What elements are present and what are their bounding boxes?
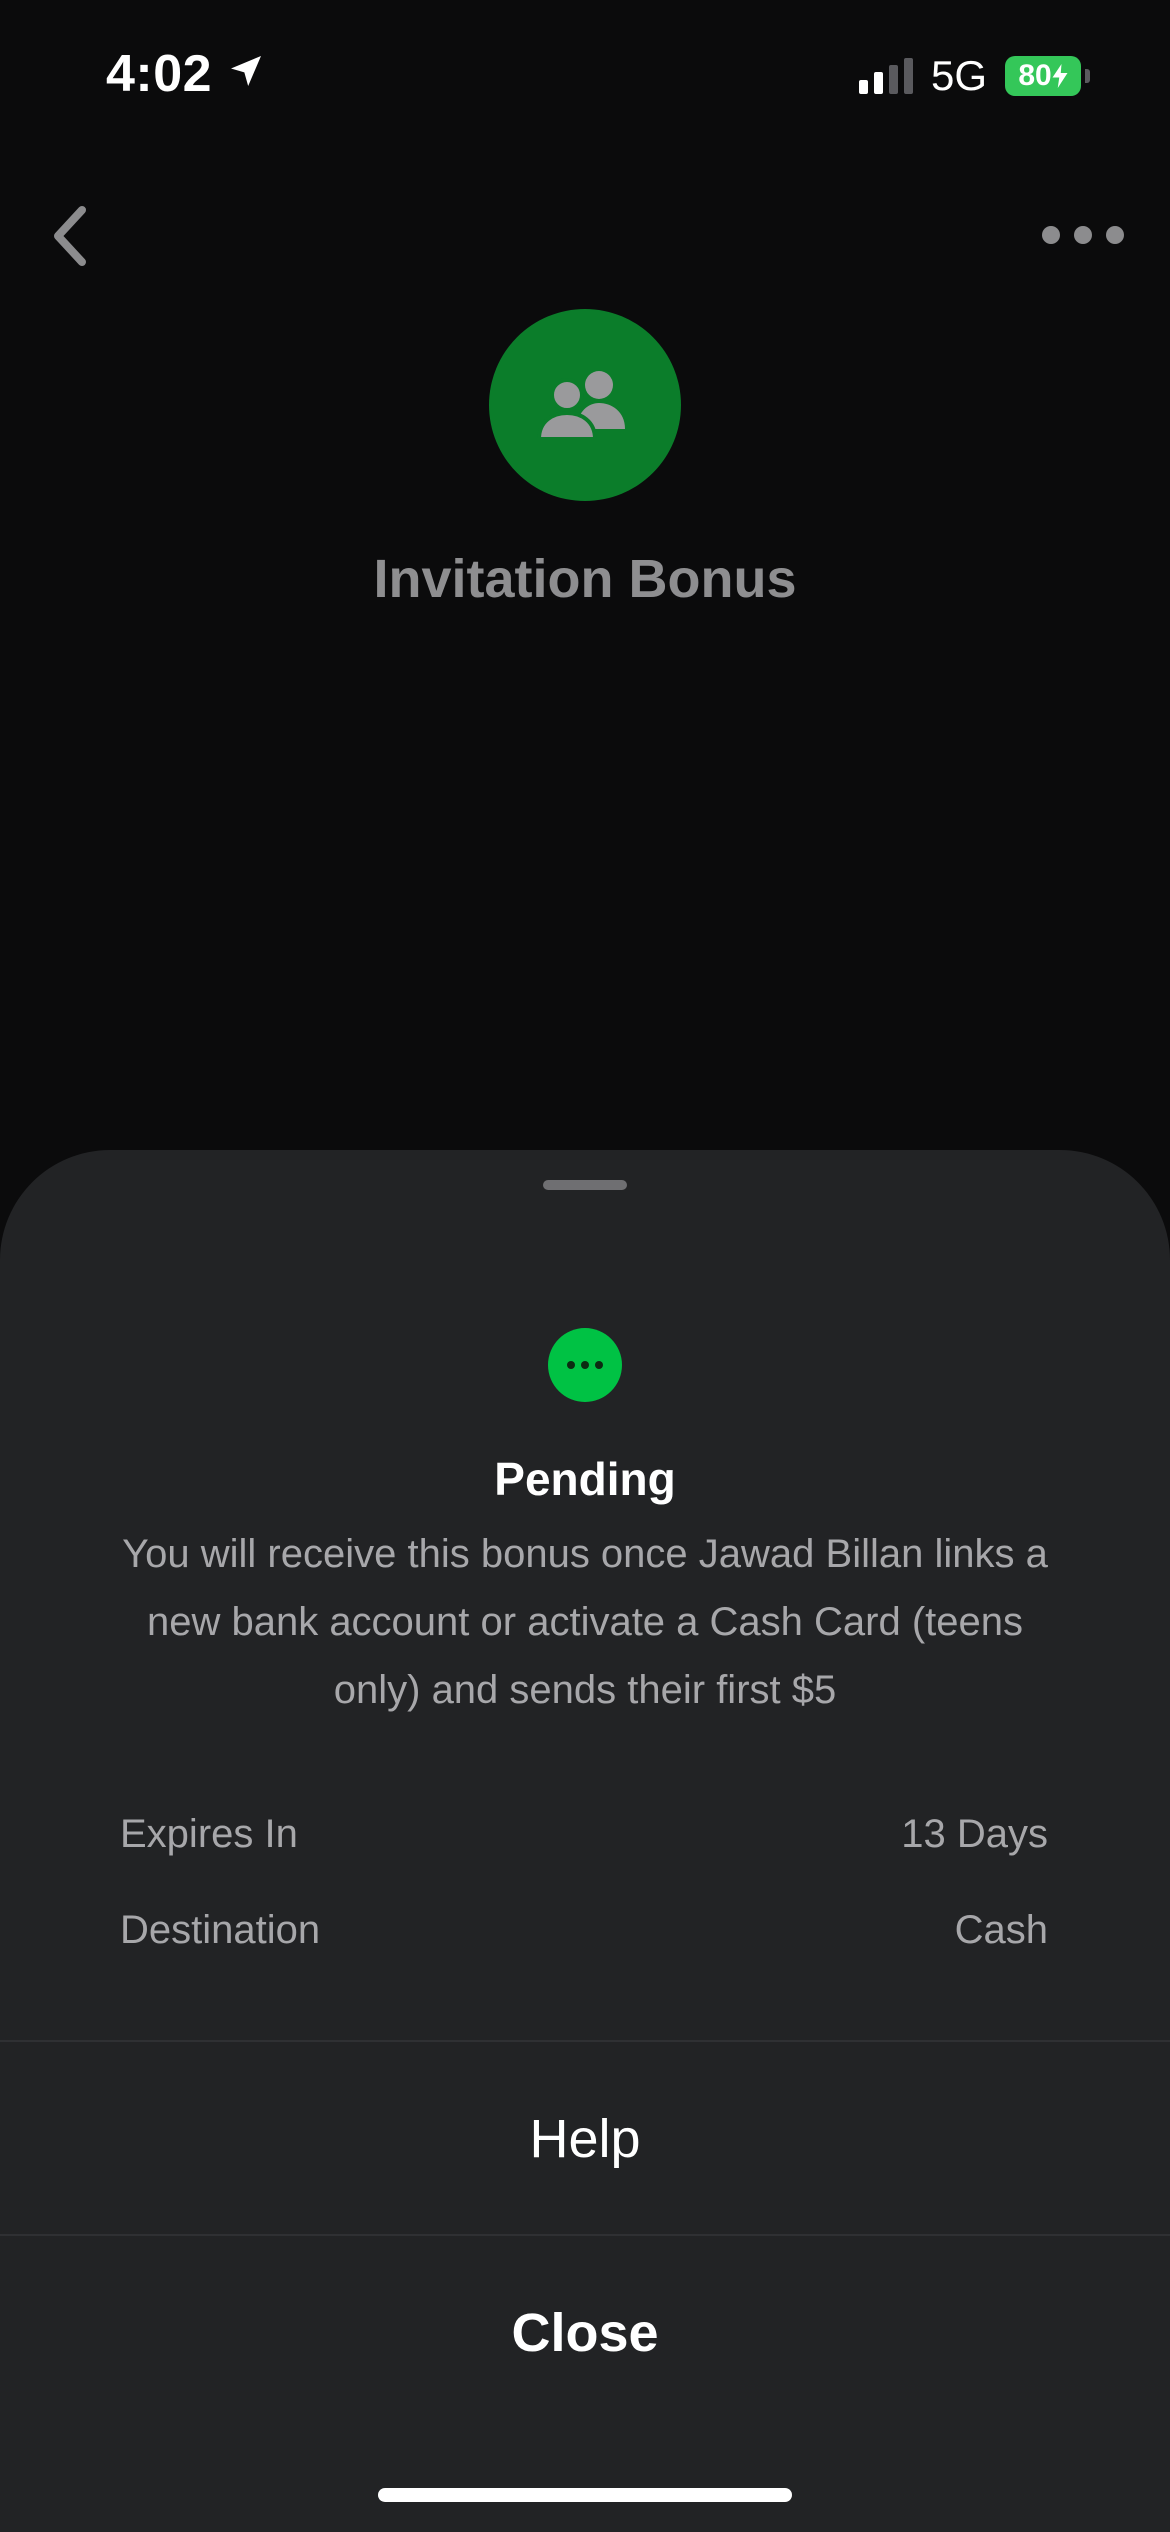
status-title: Pending (494, 1453, 676, 1505)
divider (0, 2234, 1170, 2236)
network-type: 5G (930, 52, 987, 99)
detail-label: Destination (120, 1908, 321, 1952)
time-text: 4:02 (106, 45, 213, 103)
detail-value: Cash (954, 1908, 1048, 1952)
home-indicator[interactable] (378, 2488, 792, 2502)
location-arrow-icon (226, 44, 266, 104)
status-bar-time: 4:02 (106, 44, 266, 104)
status-bar-right: 5G 80 (858, 52, 1090, 100)
more-options-button[interactable] (1042, 210, 1124, 260)
detail-label: Expires In (120, 1812, 298, 1856)
help-button[interactable]: Help (0, 2044, 1170, 2234)
status-description: You will receive this bonus once Jawad B… (122, 1532, 1048, 1712)
avatar (489, 309, 681, 501)
page-title: Invitation Bonus (373, 549, 797, 609)
detail-row-destination: Destination Cash (120, 1908, 1048, 1953)
detail-value: 13 Days (901, 1812, 1048, 1856)
people-icon (537, 371, 625, 441)
sheet-grabber-handle[interactable] (543, 1180, 627, 1190)
more-horizontal-icon (1042, 226, 1060, 244)
screen: 4:02 5G 80 Invitation Bonus Pending You … (0, 0, 1170, 2532)
cellular-signal-icon (858, 58, 913, 94)
battery-level: 80 (1018, 59, 1052, 92)
chevron-left-icon (54, 206, 86, 266)
bottom-sheet: Pending You will receive this bonus once… (0, 1150, 1170, 2532)
detail-row-expires: Expires In 13 Days (120, 1812, 1048, 1857)
charging-bolt-icon (1052, 64, 1068, 88)
pending-dot (595, 1361, 603, 1369)
back-button[interactable] (42, 200, 98, 272)
pending-dot (581, 1361, 589, 1369)
divider (0, 2040, 1170, 2042)
more-dot (1106, 226, 1124, 244)
pending-dots-icon (548, 1328, 622, 1402)
battery-cap (1085, 69, 1090, 83)
close-button[interactable]: Close (0, 2238, 1170, 2428)
battery-icon: 80 (1005, 56, 1081, 96)
more-dot (1074, 226, 1092, 244)
pending-dot (567, 1361, 575, 1369)
